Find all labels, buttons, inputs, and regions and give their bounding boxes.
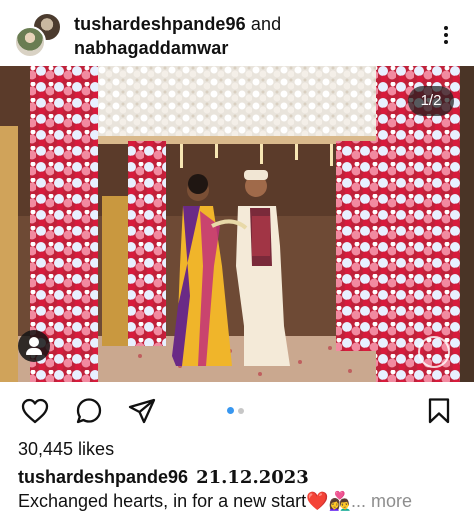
photographer-watermark: [418, 336, 450, 368]
more-vertical-icon[interactable]: [436, 24, 456, 48]
post-image[interactable]: 1/2: [0, 66, 474, 382]
author-line: tushardeshpande96 and: [74, 13, 281, 35]
carousel-dots: [227, 407, 251, 415]
post-header: tushardeshpande96 and nabhagaddamwar: [0, 0, 474, 66]
likes-count[interactable]: 30,445 likes: [18, 438, 114, 460]
comment-icon[interactable]: [74, 396, 104, 426]
avatar-primary[interactable]: [14, 26, 46, 58]
wedding-photo-illustration: [0, 66, 474, 382]
heart-icon[interactable]: [20, 396, 50, 426]
carousel-dot-active: [227, 407, 234, 414]
caption: Exchanged hearts, in for a new start❤️👩‍…: [18, 490, 474, 512]
coauthor-line: nabhagaddamwar: [74, 37, 228, 59]
caption-header: tushardeshpande96 21.12.2023: [18, 466, 309, 489]
author-primary-link[interactable]: tushardeshpande96: [74, 14, 246, 34]
caption-more-link[interactable]: ... more: [351, 491, 412, 511]
carousel-page-indicator: 1/2: [408, 86, 454, 116]
caption-date: 21.12.2023: [196, 467, 309, 488]
author-secondary-link[interactable]: nabhagaddamwar: [74, 38, 228, 58]
send-icon[interactable]: [127, 396, 157, 426]
caption-author-link[interactable]: tushardeshpande96: [18, 467, 188, 487]
author-joiner: and: [245, 14, 282, 34]
avatar-stack[interactable]: [14, 12, 62, 60]
caption-text: Exchanged hearts, in for a new start❤️👩‍…: [18, 491, 351, 511]
bookmark-icon[interactable]: [424, 396, 454, 426]
user-tag-icon[interactable]: [18, 330, 50, 362]
action-bar: [0, 388, 474, 432]
carousel-dot: [238, 408, 244, 414]
